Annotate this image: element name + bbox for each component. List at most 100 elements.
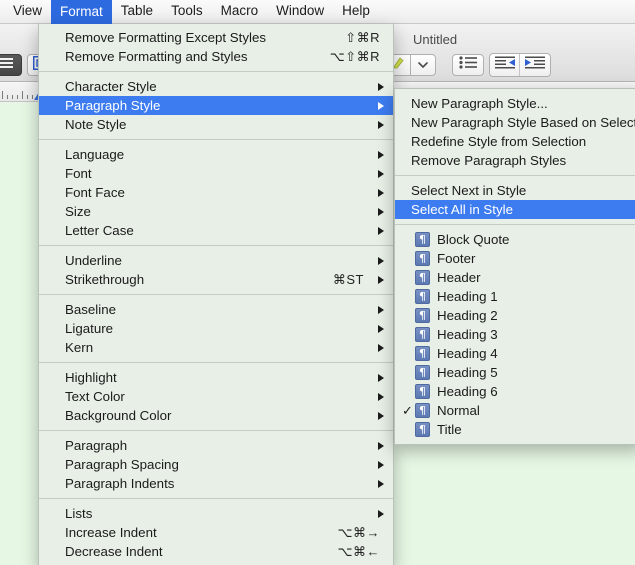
menu-item-underline[interactable]: Underline: [39, 251, 393, 270]
decrease-indent-button[interactable]: [490, 54, 520, 76]
submenu-arrow-icon: [378, 189, 384, 197]
menu-item-label: Paragraph Indents: [65, 476, 174, 491]
submenu-item-remove-paragraph-styles[interactable]: Remove Paragraph Styles: [395, 151, 635, 170]
menu-item-paragraph-spacing[interactable]: Paragraph Spacing: [39, 455, 393, 474]
menubar-item-tools[interactable]: Tools: [162, 0, 212, 23]
submenu-item-new-paragraph-style-based-on-selection[interactable]: New Paragraph Style Based on Selection: [395, 113, 635, 132]
pilcrow-icon: ¶: [415, 422, 430, 437]
submenu-item-heading-4[interactable]: ¶Heading 4: [395, 344, 635, 363]
menu-item-language[interactable]: Language: [39, 145, 393, 164]
menu-item-label: Highlight: [65, 370, 117, 385]
sidebar-toggle-button[interactable]: [0, 54, 22, 76]
indent-button-group: [489, 53, 551, 77]
menu-item-label: Ligature: [65, 321, 113, 336]
menu-item-label: Font: [65, 166, 92, 181]
submenu-item-new-paragraph-style[interactable]: New Paragraph Style...: [395, 94, 635, 113]
menu-item-kern[interactable]: Kern: [39, 338, 393, 357]
submenu-arrow-icon: [378, 393, 384, 401]
submenu-item-select-next-in-style[interactable]: Select Next in Style: [395, 181, 635, 200]
submenu-item-select-all-in-style[interactable]: Select All in Style: [395, 200, 635, 219]
submenu-arrow-icon: [378, 257, 384, 265]
submenu-item-header[interactable]: ¶ Header: [395, 268, 635, 287]
outdent-icon: [495, 56, 515, 74]
submenu-item-footer[interactable]: ¶Footer: [395, 249, 635, 268]
menubar-item-table[interactable]: Table: [112, 0, 162, 23]
menu-item-remove-formatting-and-styles[interactable]: Remove Formatting and Styles⌥⇧⌘R: [39, 47, 393, 66]
menu-item-label: Kern: [65, 340, 93, 355]
menu-item-paragraph[interactable]: Paragraph: [39, 436, 393, 455]
menu-item-remove-formatting-except-styles[interactable]: Remove Formatting Except Styles⇧⌘R: [39, 28, 393, 47]
submenu-arrow-icon: [378, 83, 384, 91]
menu-item-ligature[interactable]: Ligature: [39, 319, 393, 338]
submenu-arrow-icon: [378, 227, 384, 235]
pilcrow-icon: ¶: [415, 327, 430, 342]
menu-item-character-style[interactable]: Character Style: [39, 77, 393, 96]
submenu-item-label: Heading 1: [437, 289, 498, 304]
submenu-arrow-icon: [378, 121, 384, 129]
increase-indent-button[interactable]: [520, 54, 550, 76]
menu-item-label: Font Face: [65, 185, 125, 200]
menu-separator: [39, 498, 393, 499]
submenu-item-label: Normal: [437, 403, 480, 418]
menubar-item-format[interactable]: Format: [51, 0, 112, 24]
menubar-item-view[interactable]: View: [4, 0, 51, 23]
menu-separator: [395, 224, 635, 225]
submenu-item-heading-2[interactable]: ¶Heading 2: [395, 306, 635, 325]
menu-item-strikethrough[interactable]: Strikethrough⌘ST: [39, 270, 393, 289]
menu-item-label: Text Color: [65, 389, 125, 404]
menu-item-label: Paragraph Spacing: [65, 457, 179, 472]
menu-item-lists[interactable]: Lists: [39, 504, 393, 523]
menu-item-baseline[interactable]: Baseline: [39, 300, 393, 319]
submenu-item-label: Select All in Style: [411, 202, 513, 217]
highlight-dropdown-button[interactable]: [410, 54, 436, 76]
menu-item-label: Note Style: [65, 117, 126, 132]
submenu-item-redefine-style-from-selection[interactable]: Redefine Style from Selection: [395, 132, 635, 151]
menu-item-note-style[interactable]: Note Style: [39, 115, 393, 134]
submenu-item-label: Header: [437, 270, 481, 285]
menu-item-shortcut: ⌥⇧⌘R: [330, 49, 382, 65]
menu-item-shortcut: ⌘ST: [333, 272, 366, 288]
submenu-arrow-icon: [378, 412, 384, 420]
menubar-item-window[interactable]: Window: [267, 0, 333, 23]
checkmark-icon: ✓: [402, 403, 415, 419]
submenu-item-heading-6[interactable]: ¶Heading 6: [395, 382, 635, 401]
submenu-item-normal[interactable]: ✓¶Normal: [395, 401, 635, 420]
submenu-item-block-quote[interactable]: ¶Block Quote: [395, 230, 635, 249]
pilcrow-icon: ¶: [415, 270, 430, 285]
submenu-item-heading-1[interactable]: ¶ Heading 1: [395, 287, 635, 306]
menu-item-paragraph-indents[interactable]: Paragraph Indents: [39, 474, 393, 493]
submenu-item-label: Title: [437, 422, 462, 437]
menu-item-increase-indent[interactable]: Increase Indent⌥⌘→: [39, 523, 393, 542]
menu-item-letter-case[interactable]: Letter Case: [39, 221, 393, 240]
menu-item-label: Lists: [65, 506, 92, 521]
menu-item-label: Underline: [65, 253, 122, 268]
submenu-arrow-icon: [378, 510, 384, 518]
menu-item-background-color[interactable]: Background Color: [39, 406, 393, 425]
menu-item-decrease-indent[interactable]: Decrease Indent ⌥⌘←: [39, 542, 393, 561]
paragraph-style-submenu: New Paragraph Style... New Paragraph Styl…: [394, 88, 635, 445]
submenu-item-heading-5[interactable]: ¶Heading 5: [395, 363, 635, 382]
submenu-item-label: Remove Paragraph Styles: [411, 153, 566, 168]
menu-item-label: Remove Formatting Except Styles: [65, 30, 266, 45]
submenu-item-label: New Paragraph Style...: [411, 96, 548, 111]
menu-item-size[interactable]: Size: [39, 202, 393, 221]
submenu-item-heading-3[interactable]: ¶ Heading 3: [395, 325, 635, 344]
menubar-item-help[interactable]: Help: [333, 0, 379, 23]
submenu-item-label: Heading 5: [437, 365, 498, 380]
menu-item-label: Decrease Indent: [65, 544, 163, 559]
menu-item-font[interactable]: Font: [39, 164, 393, 183]
submenu-item-label: Redefine Style from Selection: [411, 134, 586, 149]
bulleted-list-button[interactable]: [452, 54, 484, 76]
menu-separator: [39, 362, 393, 363]
menu-item-shortcut: ⌥⌘←: [338, 544, 382, 560]
pilcrow-icon: ¶: [415, 308, 430, 323]
menu-item-paragraph-style[interactable]: Paragraph Style: [39, 96, 393, 115]
menu-item-text-color[interactable]: Text Color: [39, 387, 393, 406]
menu-item-font-face[interactable]: Font Face: [39, 183, 393, 202]
submenu-item-title[interactable]: ¶ Title: [395, 420, 635, 439]
menubar-item-macro[interactable]: Macro: [212, 0, 268, 23]
submenu-item-label: Heading 3: [437, 327, 498, 342]
format-menu: Remove Formatting Except Styles⇧⌘RRemove…: [38, 24, 394, 565]
menu-item-highlight[interactable]: Highlight: [39, 368, 393, 387]
pilcrow-icon: ¶: [415, 289, 430, 304]
